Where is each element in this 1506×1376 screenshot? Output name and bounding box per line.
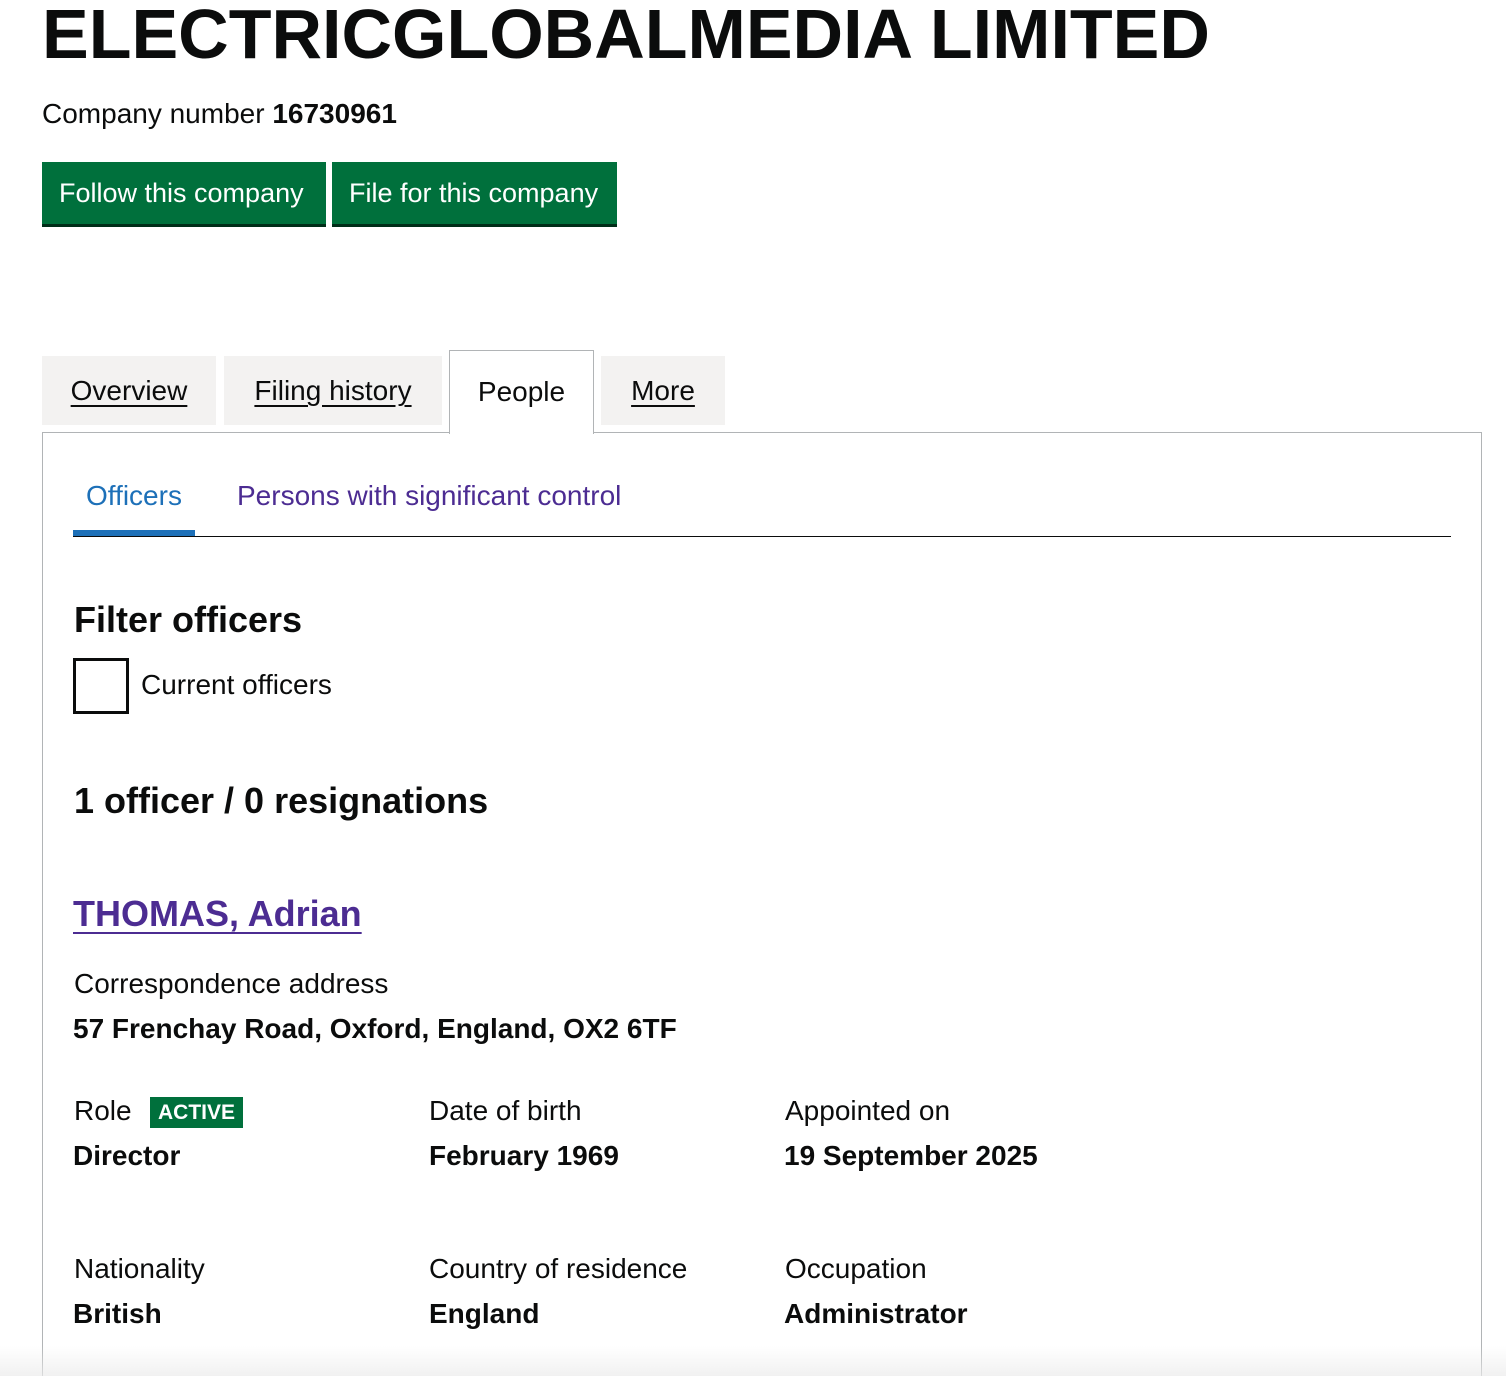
occupation-label: Occupation: [785, 1253, 927, 1284]
current-officers-checkbox[interactable]: [73, 658, 129, 714]
follow-company-button[interactable]: Follow this company: [42, 162, 326, 224]
company-title: ELECTRICGLOBALMEDIA LIMITED: [42, 0, 1210, 73]
filter-officers-heading: Filter officers: [74, 599, 303, 640]
occupation-value: Administrator: [784, 1298, 968, 1329]
company-number: Company number 16730961: [42, 96, 397, 132]
tab-more[interactable]: More: [601, 356, 725, 425]
date-of-birth-label: Date of birth: [429, 1095, 582, 1126]
tab-filing-history[interactable]: Filing history: [224, 356, 442, 425]
date-of-birth-value: February 1969: [429, 1140, 619, 1171]
subtab-persons-with-significant-control[interactable]: Persons with significant control: [237, 476, 621, 516]
tab-overview[interactable]: Overview: [42, 356, 216, 425]
correspondence-address-value: 57 Frenchay Road, Oxford, England, OX2 6…: [73, 1013, 677, 1044]
nationality-label: Nationality: [74, 1253, 205, 1284]
appointed-on-value: 19 September 2025: [784, 1140, 1038, 1171]
company-number-value: 16730961: [272, 98, 397, 129]
role-label: Role: [74, 1095, 132, 1126]
officer-name-link[interactable]: THOMAS, Adrian: [73, 890, 362, 938]
company-officers-page: ELECTRICGLOBALMEDIA LIMITED Company numb…: [0, 0, 1506, 1376]
officer-count-heading: 1 officer / 0 resignations: [74, 780, 489, 821]
file-for-company-button[interactable]: File for this company: [332, 162, 617, 224]
subtab-divider: [73, 536, 1451, 537]
country-of-residence-value: England: [429, 1298, 540, 1329]
tab-people[interactable]: People: [449, 350, 594, 434]
country-of-residence-label: Country of residence: [429, 1253, 688, 1284]
subtab-officers[interactable]: Officers: [86, 476, 182, 516]
current-officers-label[interactable]: Current officers: [141, 666, 332, 704]
status-badge: ACTIVE: [150, 1097, 244, 1128]
appointed-on-label: Appointed on: [785, 1095, 951, 1126]
company-number-label: Company number: [42, 98, 265, 129]
nationality-value: British: [73, 1298, 162, 1329]
correspondence-address-label: Correspondence address: [74, 968, 389, 999]
role-value: Director: [73, 1140, 181, 1171]
